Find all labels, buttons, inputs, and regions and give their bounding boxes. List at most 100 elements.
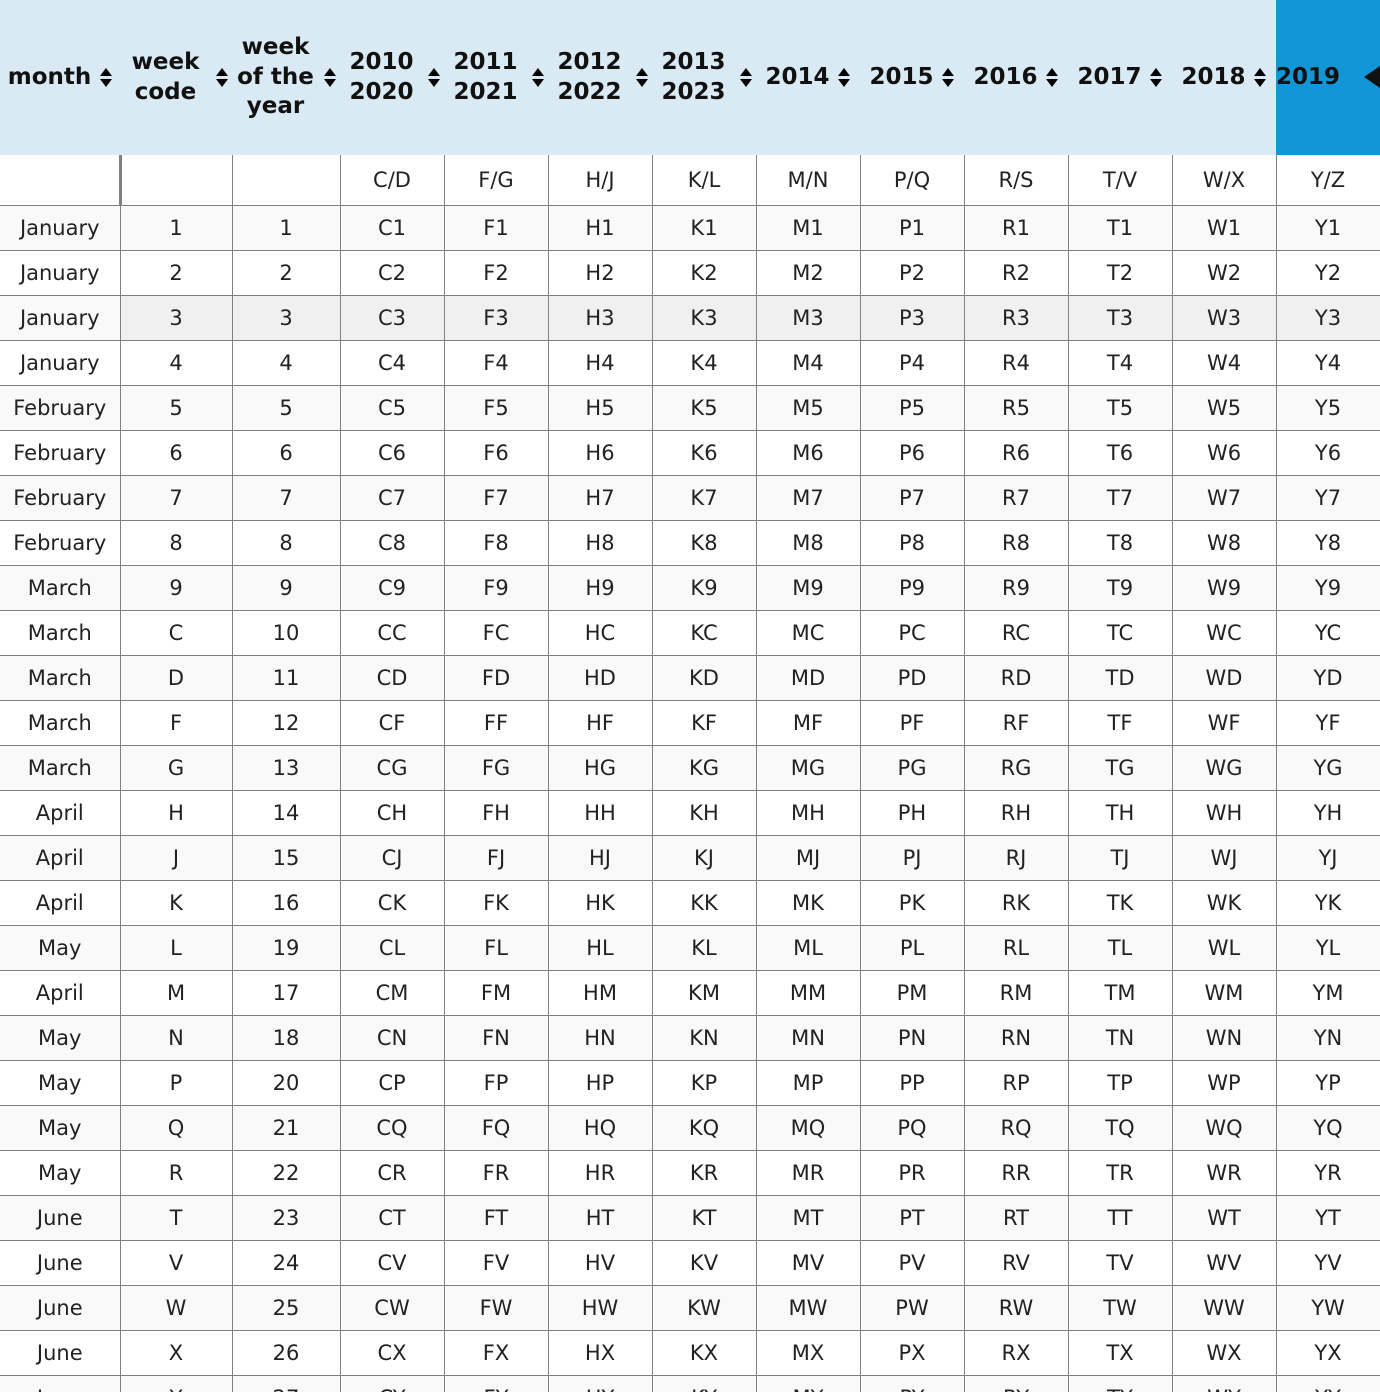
column-header-y2013[interactable]: 2013 2023: [652, 0, 756, 155]
cell-woy: 16: [232, 880, 341, 926]
column-header-code[interactable]: week code: [120, 0, 232, 155]
cell-y2011: F4: [444, 340, 549, 386]
cell-y2012: HW: [548, 1285, 653, 1331]
column-header-y2017[interactable]: 2017: [1068, 0, 1172, 155]
cell-month: February: [0, 520, 121, 566]
table-row[interactable]: February 5 5 C5 F5 H5 K5 M5 P5 R5 T5 W5 Y5: [0, 385, 1380, 431]
column-header-month[interactable]: month: [0, 0, 120, 155]
subheader-row: C/D F/G H/J K/L M/N P/Q R/S T/V W/X Y/Z: [0, 155, 1380, 206]
cell-y2010: CV: [340, 1240, 445, 1286]
column-header-woy[interactable]: week of the year: [232, 0, 340, 155]
cell-y2018: WD: [1172, 655, 1277, 701]
cell-month: April: [0, 835, 121, 881]
cell-y2015: PV: [860, 1240, 965, 1286]
sort-toggle-icon[interactable]: [838, 68, 851, 87]
cell-y2013: KT: [652, 1195, 757, 1241]
sort-toggle-icon[interactable]: [215, 68, 228, 87]
cell-month: May: [0, 1105, 121, 1151]
table-row[interactable]: April J 15 CJ FJ HJ KJ MJ PJ RJ TJ WJ YJ: [0, 835, 1380, 881]
cell-y2013: KP: [652, 1060, 757, 1106]
cell-month: March: [0, 655, 121, 701]
column-header-y2018[interactable]: 2018: [1172, 0, 1276, 155]
table-row[interactable]: May P 20 CP FP HP KP MP PP RP TP WP YP: [0, 1060, 1380, 1106]
table-row[interactable]: May N 18 CN FN HN KN MN PN RN TN WN YN: [0, 1015, 1380, 1061]
cell-month: June: [0, 1195, 121, 1241]
sort-toggle-icon[interactable]: [1150, 68, 1163, 87]
sort-toggle-icon[interactable]: [99, 68, 112, 87]
cell-code: P: [120, 1060, 233, 1106]
table-row[interactable]: February 8 8 C8 F8 H8 K8 M8 P8 R8 T8 W8 Y8: [0, 520, 1380, 566]
cell-month: June: [0, 1240, 121, 1286]
table-row[interactable]: April K 16 CK FK HK KK MK PK RK TK WK YK: [0, 880, 1380, 926]
column-header-y2014[interactable]: 2014: [756, 0, 860, 155]
table-row[interactable]: January 2 2 C2 F2 H2 K2 M2 P2 R2 T2 W2 Y2: [0, 250, 1380, 296]
sort-toggle-icon[interactable]: [323, 68, 336, 87]
sort-toggle-icon[interactable]: [635, 68, 648, 87]
sort-toggle-icon[interactable]: [739, 68, 752, 87]
cell-y2014: MN: [756, 1015, 861, 1061]
column-header-y2019[interactable]: 2019: [1276, 0, 1380, 155]
cell-y2012: H3: [548, 295, 653, 341]
cell-y2016: RC: [964, 610, 1069, 656]
table-row[interactable]: April M 17 CM FM HM KM MM PM RM TM WM YM: [0, 970, 1380, 1016]
table-row[interactable]: January 1 1 C1 F1 H1 K1 M1 P1 R1 T1 W1 Y1: [0, 205, 1380, 251]
cell-y2016: RV: [964, 1240, 1069, 1286]
cell-y2018: WX: [1172, 1330, 1277, 1376]
sort-toggle-icon[interactable]: [1046, 68, 1059, 87]
cell-y2018: W7: [1172, 475, 1277, 521]
cell-y2013: KM: [652, 970, 757, 1016]
sort-descending-icon[interactable]: [1348, 66, 1380, 89]
table-row[interactable]: June T 23 CT FT HT KT MT PT RT TT WT YT: [0, 1195, 1380, 1241]
cell-y2017: TX: [1068, 1330, 1173, 1376]
table-row[interactable]: April H 14 CH FH HH KH MH PH RH TH WH YH: [0, 790, 1380, 836]
table-row[interactable]: January 3 3 C3 F3 H3 K3 M3 P3 R3 T3 W3 Y3: [0, 295, 1380, 341]
table-row[interactable]: June V 24 CV FV HV KV MV PV RV TV WV YV: [0, 1240, 1380, 1286]
table-row[interactable]: February 7 7 C7 F7 H7 K7 M7 P7 R7 T7 W7 Y7: [0, 475, 1380, 521]
sort-toggle-icon[interactable]: [531, 68, 544, 87]
column-header-y2012[interactable]: 2012 2022: [548, 0, 652, 155]
table-row[interactable]: May L 19 CL FL HL KL ML PL RL TL WL YL: [0, 925, 1380, 971]
table-row[interactable]: March F 12 CF FF HF KF MF PF RF TF WF YF: [0, 700, 1380, 746]
cell-y2019: Y6: [1276, 430, 1380, 476]
column-header-y2016[interactable]: 2016: [964, 0, 1068, 155]
table-row[interactable]: May R 22 CR FR HR KR MR PR RR TR WR YR: [0, 1150, 1380, 1196]
table-row[interactable]: June W 25 CW FW HW KW MW PW RW TW WW YW: [0, 1285, 1380, 1331]
cell-y2017: TD: [1068, 655, 1173, 701]
cell-y2016: RD: [964, 655, 1069, 701]
table-row[interactable]: JuneY27CYFYHYKYMYPYRYTYWYYY: [0, 1375, 1380, 1392]
cell-y2014: MC: [756, 610, 861, 656]
cell-y2010: CN: [340, 1015, 445, 1061]
cell-y2014: MP: [756, 1060, 861, 1106]
cell-y2017: TP: [1068, 1060, 1173, 1106]
cell-y2019: YC: [1276, 610, 1380, 656]
cell-y2014: ML: [756, 925, 861, 971]
sort-toggle-icon[interactable]: [427, 68, 440, 87]
cell-code: 2: [120, 250, 233, 296]
column-header-y2011[interactable]: 2011 2021: [444, 0, 548, 155]
sort-toggle-icon[interactable]: [1254, 68, 1267, 87]
cell-y2016: RP: [964, 1060, 1069, 1106]
cell-y2019: YJ: [1276, 835, 1380, 881]
cell-y2012: H8: [548, 520, 653, 566]
cell-y2018: WF: [1172, 700, 1277, 746]
cell-woy: 14: [232, 790, 341, 836]
column-header-y2015[interactable]: 2015: [860, 0, 964, 155]
table-row[interactable]: March 9 9 C9 F9 H9 K9 M9 P9 R9 T9 W9 Y9: [0, 565, 1380, 611]
table-row[interactable]: March D 11 CD FD HD KD MD PD RD TD WD YD: [0, 655, 1380, 701]
column-header-y2010[interactable]: 2010 2020: [340, 0, 444, 155]
sort-toggle-icon[interactable]: [942, 68, 955, 87]
cell-y2014: M2: [756, 250, 861, 296]
table-row[interactable]: June X 26 CX FX HX KX MX PX RX TX WX YX: [0, 1330, 1380, 1376]
cell-y2015: PY: [860, 1375, 965, 1392]
table-row[interactable]: May Q 21 CQ FQ HQ KQ MQ PQ RQ TQ WQ YQ: [0, 1105, 1380, 1151]
cell-y2018: WH: [1172, 790, 1277, 836]
table-row[interactable]: February 6 6 C6 F6 H6 K6 M6 P6 R6 T6 W6 Y6: [0, 430, 1380, 476]
table-row[interactable]: January 4 4 C4 F4 H4 K4 M4 P4 R4 T4 W4 Y4: [0, 340, 1380, 386]
cell-y2011: F1: [444, 205, 549, 251]
subheader-cell-y2014: M/N: [756, 155, 861, 206]
table-row[interactable]: March G 13 CG FG HG KG MG PG RG TG WG YG: [0, 745, 1380, 791]
table-row[interactable]: March C 10 CC FC HC KC MC PC RC TC WC YC: [0, 610, 1380, 656]
cell-month: February: [0, 430, 121, 476]
cell-code: 1: [120, 205, 233, 251]
cell-woy: 22: [232, 1150, 341, 1196]
